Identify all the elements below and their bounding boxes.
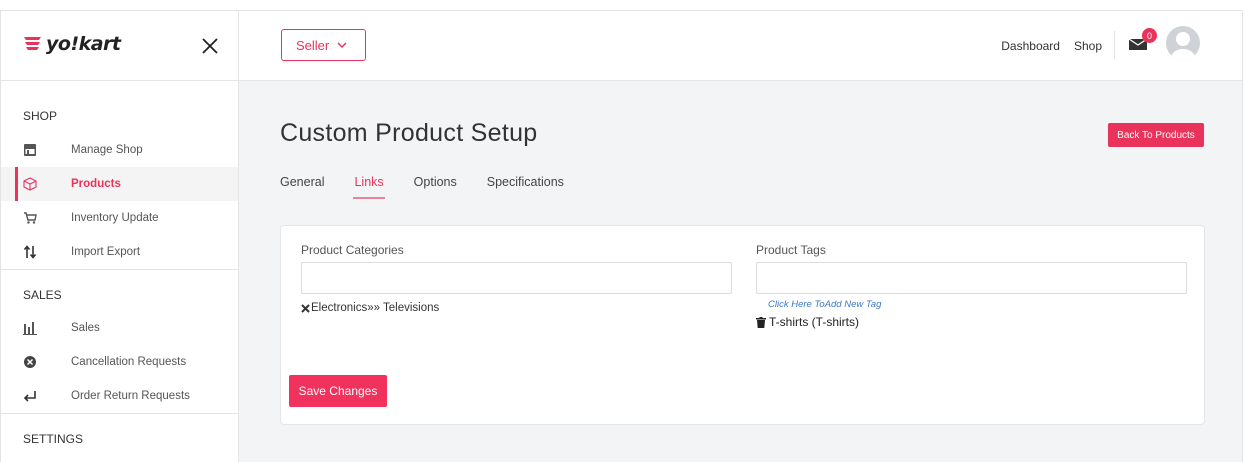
top-links: Dashboard Shop [1001, 39, 1102, 53]
remove-category-icon[interactable] [301, 303, 310, 313]
user-silhouette-icon [1171, 32, 1195, 60]
sidebar-item-label: Sales [71, 322, 100, 334]
section-title-settings: SETTINGS [23, 432, 84, 446]
back-to-products-button[interactable]: Back To Products [1108, 123, 1204, 147]
topbar-divider [1114, 31, 1115, 59]
avatar[interactable] [1166, 26, 1200, 60]
product-categories-input[interactable] [301, 262, 732, 294]
cart-icon [24, 212, 37, 224]
product-categories-label: Product Categories [301, 243, 404, 257]
sidebar-item-label: Manage Shop [71, 144, 143, 156]
close-icon[interactable] [200, 36, 220, 56]
selected-category-label: Electronics»» Televisions [311, 302, 440, 314]
main-content: Custom Product Setup Back To Products Ge… [239, 81, 1242, 462]
logo-cart-icon [24, 37, 41, 50]
sidebar-item-inventory-update[interactable]: Inventory Update [1, 201, 238, 235]
cancel-circle-icon [24, 356, 36, 368]
sidebar-item-label: Order Return Requests [71, 390, 190, 402]
chevron-down-icon [337, 42, 347, 49]
sidebar-item-label: Cancellation Requests [71, 356, 187, 368]
product-tags-input[interactable] [756, 262, 1187, 294]
sidebar-item-sales[interactable]: Sales [1, 311, 238, 345]
sidebar: yo!kart SHOP Manage Shop Products Invent… [1, 11, 239, 462]
tag-item-label: T-shirts (T-shirts) [769, 315, 859, 329]
sidebar-item-label: Import Export [71, 246, 141, 258]
tabs: General Links Options Specifications [280, 175, 594, 199]
tab-specifications[interactable]: Specifications [487, 175, 564, 199]
links-form-card: Product Categories Electronics»» Televis… [280, 225, 1205, 425]
selected-category: Electronics»» Televisions [301, 302, 439, 314]
notification-badge: 0 [1142, 28, 1157, 43]
sidebar-item-import-export[interactable]: Import Export [1, 235, 238, 269]
logo[interactable]: yo!kart [23, 33, 121, 55]
tab-links[interactable]: Links [353, 175, 385, 199]
return-arrow-icon [23, 391, 36, 402]
shop-icon [24, 144, 36, 156]
seller-dropdown[interactable]: Seller [281, 29, 366, 61]
tab-general[interactable]: General [280, 175, 324, 199]
section-title-shop: SHOP [23, 109, 58, 123]
page-title: Custom Product Setup [280, 119, 538, 147]
sidebar-item-manage-shop[interactable]: Manage Shop [1, 133, 238, 167]
sidebar-item-label: Inventory Update [71, 212, 159, 224]
shop-link[interactable]: Shop [1074, 39, 1102, 53]
sidebar-item-label: Products [71, 178, 121, 190]
section-title-sales: SALES [23, 288, 62, 302]
logo-text: yo!kart [46, 33, 121, 55]
sidebar-item-order-return-requests[interactable]: Order Return Requests [1, 379, 238, 413]
trash-icon[interactable] [756, 316, 766, 328]
sidebar-item-products[interactable]: Products [1, 167, 238, 201]
arrows-updown-icon [23, 245, 37, 259]
sidebar-item-cancellation-requests[interactable]: Cancellation Requests [1, 345, 238, 379]
product-tags-label: Product Tags [756, 243, 826, 257]
seller-label: Seller [296, 37, 330, 53]
add-new-tag-link[interactable]: Click Here ToAdd New Tag [768, 299, 881, 310]
dashboard-link[interactable]: Dashboard [1001, 39, 1060, 53]
tag-item: T-shirts (T-shirts) [756, 315, 859, 329]
tab-options[interactable]: Options [414, 175, 457, 199]
sidebar-header: yo!kart [1, 11, 238, 81]
app-frame: yo!kart SHOP Manage Shop Products Invent… [0, 10, 1243, 462]
topbar: Seller Dashboard Shop 0 [239, 11, 1242, 81]
bar-chart-icon [23, 322, 37, 335]
save-changes-button[interactable]: Save Changes [289, 375, 387, 407]
box-icon [23, 177, 37, 191]
